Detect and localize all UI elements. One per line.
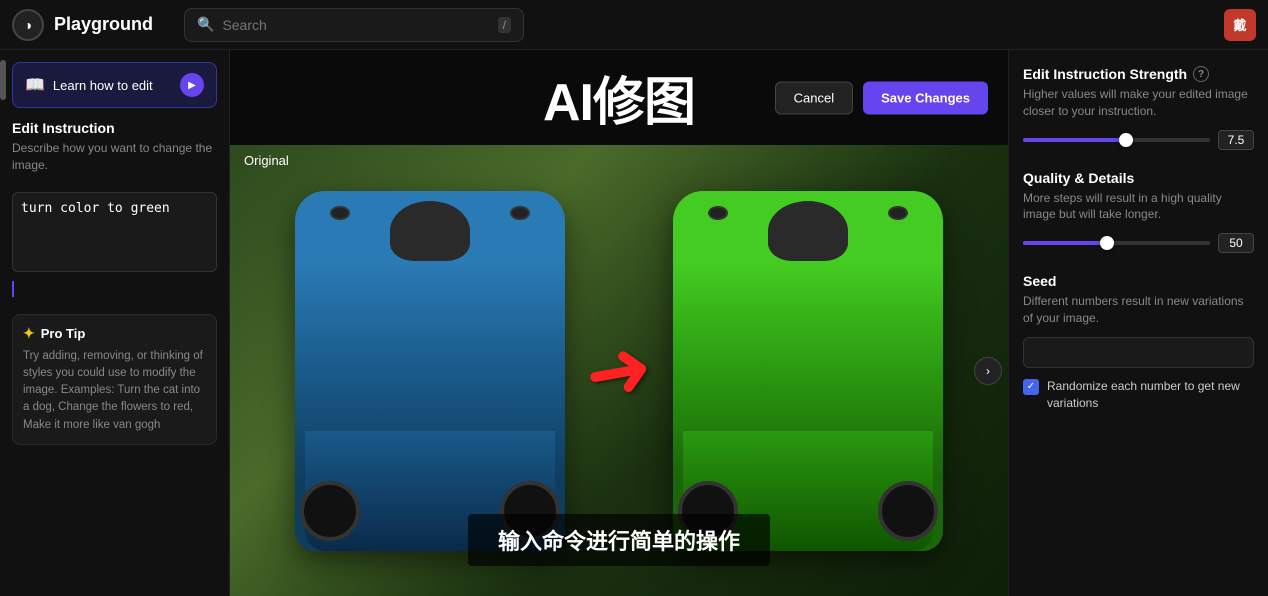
randomize-checkbox[interactable]: ✓ bbox=[1023, 379, 1039, 395]
strength-section: Edit Instruction Strength ? Higher value… bbox=[1023, 66, 1254, 150]
strength-desc: Higher values will make your edited imag… bbox=[1023, 86, 1254, 120]
quality-slider-thumb[interactable] bbox=[1100, 236, 1114, 250]
quality-section: Quality & Details More steps will result… bbox=[1023, 170, 1254, 254]
search-icon: 🔍 bbox=[197, 16, 214, 33]
app-title: Playground bbox=[54, 14, 153, 35]
image-container: Original ➜ bbox=[230, 145, 1008, 596]
edit-instruction-textarea[interactable]: turn color to green bbox=[12, 192, 217, 272]
edit-instruction-section: Edit Instruction Describe how you want t… bbox=[12, 120, 217, 302]
chevron-right-button[interactable]: › bbox=[974, 357, 1002, 385]
user-avatar[interactable]: 戴 bbox=[1224, 9, 1256, 41]
strength-value: 7.5 bbox=[1218, 130, 1254, 150]
randomize-label: Randomize each number to get new variati… bbox=[1047, 378, 1254, 412]
frog-left-image bbox=[295, 191, 565, 551]
cancel-button[interactable]: Cancel bbox=[775, 81, 853, 114]
logo-icon: ◑ bbox=[12, 9, 44, 41]
original-label: Original bbox=[244, 153, 289, 168]
randomize-row: ✓ Randomize each number to get new varia… bbox=[1023, 378, 1254, 412]
slash-badge: / bbox=[498, 17, 511, 33]
seed-section: Seed Different numbers result in new var… bbox=[1023, 273, 1254, 411]
pro-tip-title: Pro Tip bbox=[41, 326, 86, 341]
topnav: ◑ Playground 🔍 / 戴 bbox=[0, 0, 1268, 50]
edit-instruction-title: Edit Instruction bbox=[12, 120, 217, 136]
overlay-text-bottom: 输入命令进行简单的操作 bbox=[468, 514, 770, 566]
quality-slider-container: 50 bbox=[1023, 233, 1254, 253]
main-layout: 📖 Learn how to edit ▶ Edit Instruction D… bbox=[0, 50, 1268, 596]
center-panel: AI修图 Cancel Save Changes Original bbox=[230, 50, 1008, 596]
action-buttons: Cancel Save Changes bbox=[775, 81, 988, 114]
right-panel: Edit Instruction Strength ? Higher value… bbox=[1008, 50, 1268, 596]
edit-instruction-desc: Describe how you want to change the imag… bbox=[12, 140, 217, 174]
red-arrow-icon: ➜ bbox=[578, 319, 660, 422]
quality-slider-track[interactable] bbox=[1023, 241, 1210, 245]
strength-slider-container: 7.5 bbox=[1023, 130, 1254, 150]
frog-right-image bbox=[673, 191, 943, 551]
center-header: AI修图 Cancel Save Changes bbox=[230, 50, 1008, 145]
left-inner: 📖 Learn how to edit ▶ Edit Instruction D… bbox=[0, 50, 229, 596]
seed-title: Seed bbox=[1023, 273, 1254, 289]
page-title: AI修图 bbox=[543, 60, 695, 135]
quality-desc: More steps will result in a high quality… bbox=[1023, 190, 1254, 224]
strength-slider-track[interactable] bbox=[1023, 138, 1210, 142]
cursor-line bbox=[12, 281, 14, 297]
strength-help-icon[interactable]: ? bbox=[1193, 66, 1209, 82]
strength-slider-thumb[interactable] bbox=[1119, 133, 1133, 147]
strength-slider-fill bbox=[1023, 138, 1126, 142]
book-icon: 📖 bbox=[25, 75, 45, 95]
learn-btn-label: Learn how to edit bbox=[53, 78, 153, 93]
logo-area: ◑ Playground bbox=[12, 9, 172, 41]
quality-title: Quality & Details bbox=[1023, 170, 1254, 186]
quality-value: 50 bbox=[1218, 233, 1254, 253]
seed-input[interactable] bbox=[1023, 337, 1254, 368]
scroll-thumb bbox=[0, 60, 6, 100]
pro-tip-text: Try adding, removing, or thinking of sty… bbox=[23, 348, 206, 434]
learn-how-to-edit-button[interactable]: 📖 Learn how to edit ▶ bbox=[12, 62, 217, 108]
save-changes-button[interactable]: Save Changes bbox=[863, 81, 988, 114]
pro-tip-header: ✦ Pro Tip bbox=[23, 325, 206, 342]
pro-tip-box: ✦ Pro Tip Try adding, removing, or think… bbox=[12, 314, 217, 445]
strength-title: Edit Instruction Strength ? bbox=[1023, 66, 1254, 82]
pro-tip-icon: ✦ bbox=[23, 325, 35, 342]
seed-desc: Different numbers result in new variatio… bbox=[1023, 293, 1254, 327]
search-bar[interactable]: 🔍 / bbox=[184, 8, 524, 42]
play-icon: ▶ bbox=[180, 73, 204, 97]
left-panel: 📖 Learn how to edit ▶ Edit Instruction D… bbox=[0, 50, 230, 596]
quality-slider-fill bbox=[1023, 241, 1107, 245]
arrow-container: ➜ bbox=[585, 324, 652, 417]
search-input[interactable] bbox=[222, 17, 489, 33]
